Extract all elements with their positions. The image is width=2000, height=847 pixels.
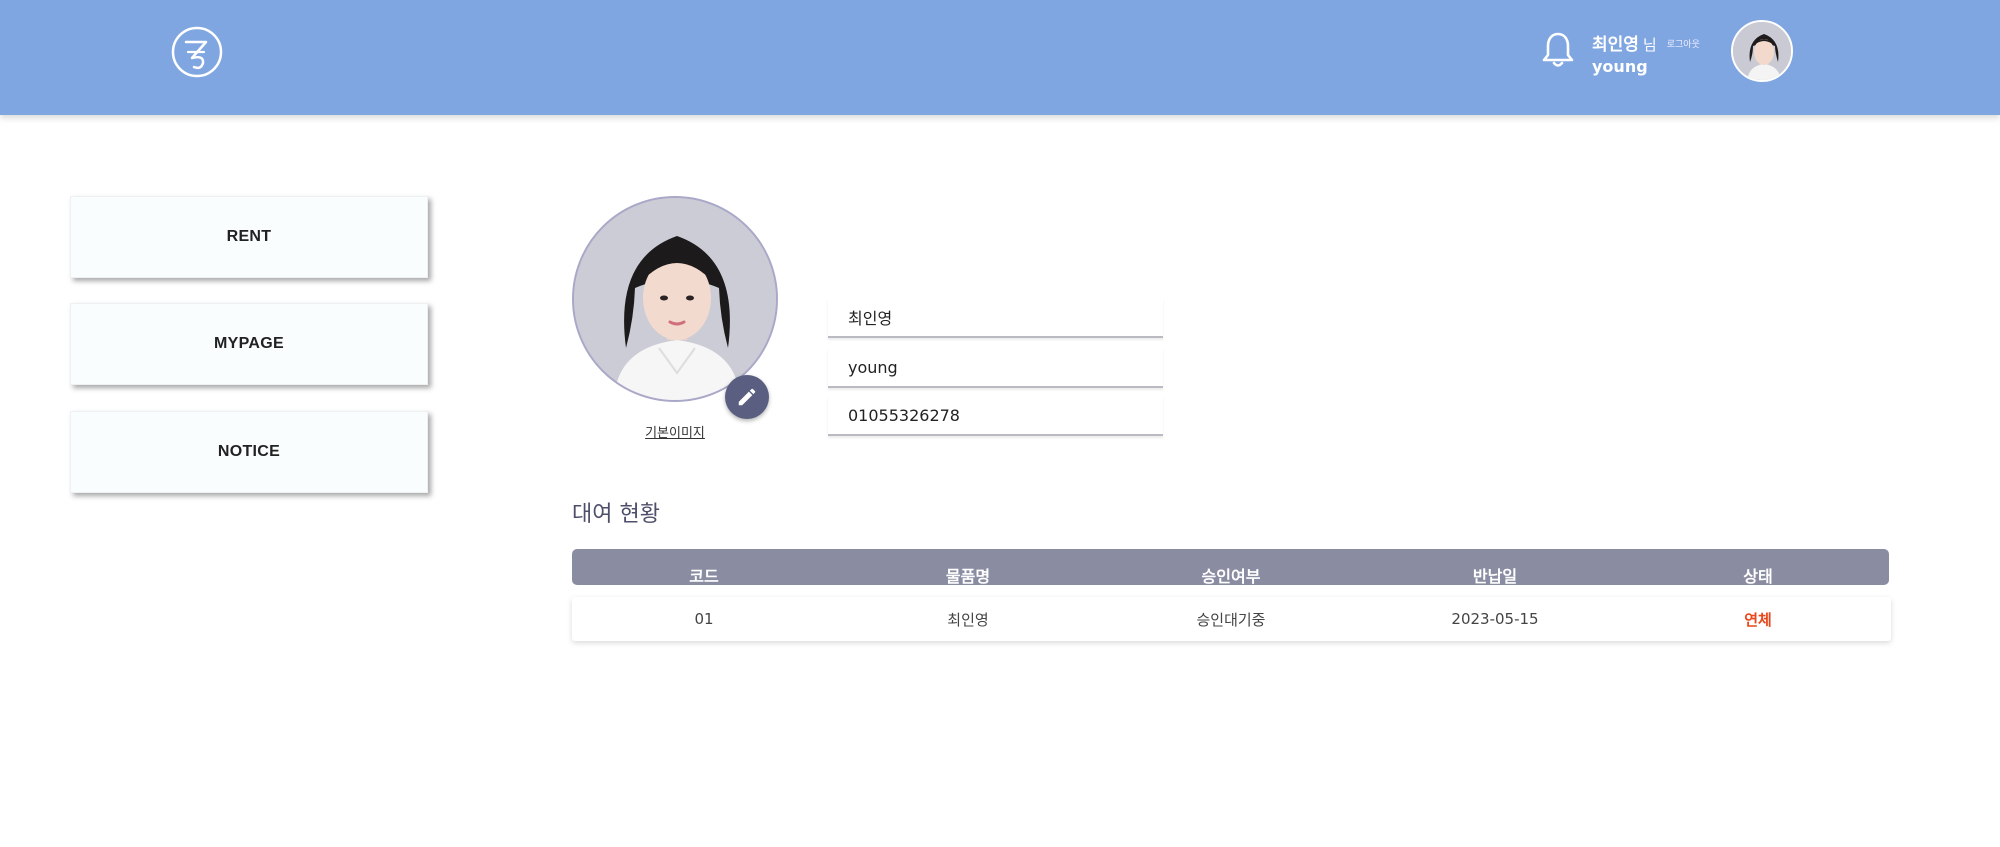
- logout-link[interactable]: 로그아웃: [1667, 40, 1700, 50]
- cell-approval: 승인대기중: [1196, 610, 1266, 629]
- cell-code: 01: [694, 610, 714, 628]
- header-user-id: young: [1592, 57, 1648, 76]
- sidebar-item-label: MYPAGE: [214, 335, 284, 352]
- header-user-suffix: 님: [1642, 36, 1657, 54]
- table-row[interactable]: 01 최인영 승인대기중 2023-05-15 연체: [572, 597, 1891, 641]
- rental-section-title: 대여 현황: [572, 502, 660, 527]
- avatar-portrait-icon: [1733, 22, 1791, 80]
- edit-photo-button[interactable]: [725, 375, 769, 419]
- bell-icon[interactable]: [1540, 30, 1576, 70]
- column-header-item: 물품명: [945, 567, 991, 586]
- sidebar-item-label: RENT: [226, 228, 272, 245]
- sidebar-item-label: NOTICE: [217, 443, 281, 460]
- user-info: 최인영 님 로그아웃 young: [1592, 30, 1700, 76]
- header-user-name: 최인영: [1592, 35, 1639, 55]
- logo-icon[interactable]: [170, 25, 224, 79]
- avatar[interactable]: [1731, 20, 1793, 82]
- sidebar-item-rent[interactable]: RENT: [70, 196, 428, 278]
- column-header-return-date: 반납일: [1472, 567, 1518, 586]
- sidebar-item-mypage[interactable]: MYPAGE: [70, 303, 428, 385]
- cell-item: 최인영: [947, 610, 989, 629]
- sidebar-item-notice[interactable]: NOTICE: [70, 411, 428, 493]
- rental-table-header: 코드 물품명 승인여부 반납일 상태: [572, 549, 1889, 586]
- user-id-field[interactable]: young: [828, 348, 1163, 388]
- profile-portrait-icon: [574, 198, 776, 400]
- name-field[interactable]: 최인영: [828, 298, 1163, 338]
- phone-field[interactable]: 01055326278: [828, 396, 1163, 436]
- top-header: 최인영 님 로그아웃 young: [0, 0, 2000, 115]
- default-image-link[interactable]: 기본이미지: [600, 422, 750, 441]
- status-badge: 연체: [1744, 610, 1772, 629]
- pencil-icon: [738, 388, 756, 406]
- column-header-status: 상태: [1743, 567, 1773, 586]
- profile-photo: [572, 196, 778, 402]
- column-header-approval: 승인여부: [1201, 567, 1261, 586]
- column-header-code: 코드: [689, 567, 719, 586]
- cell-return-date: 2023-05-15: [1451, 610, 1539, 628]
